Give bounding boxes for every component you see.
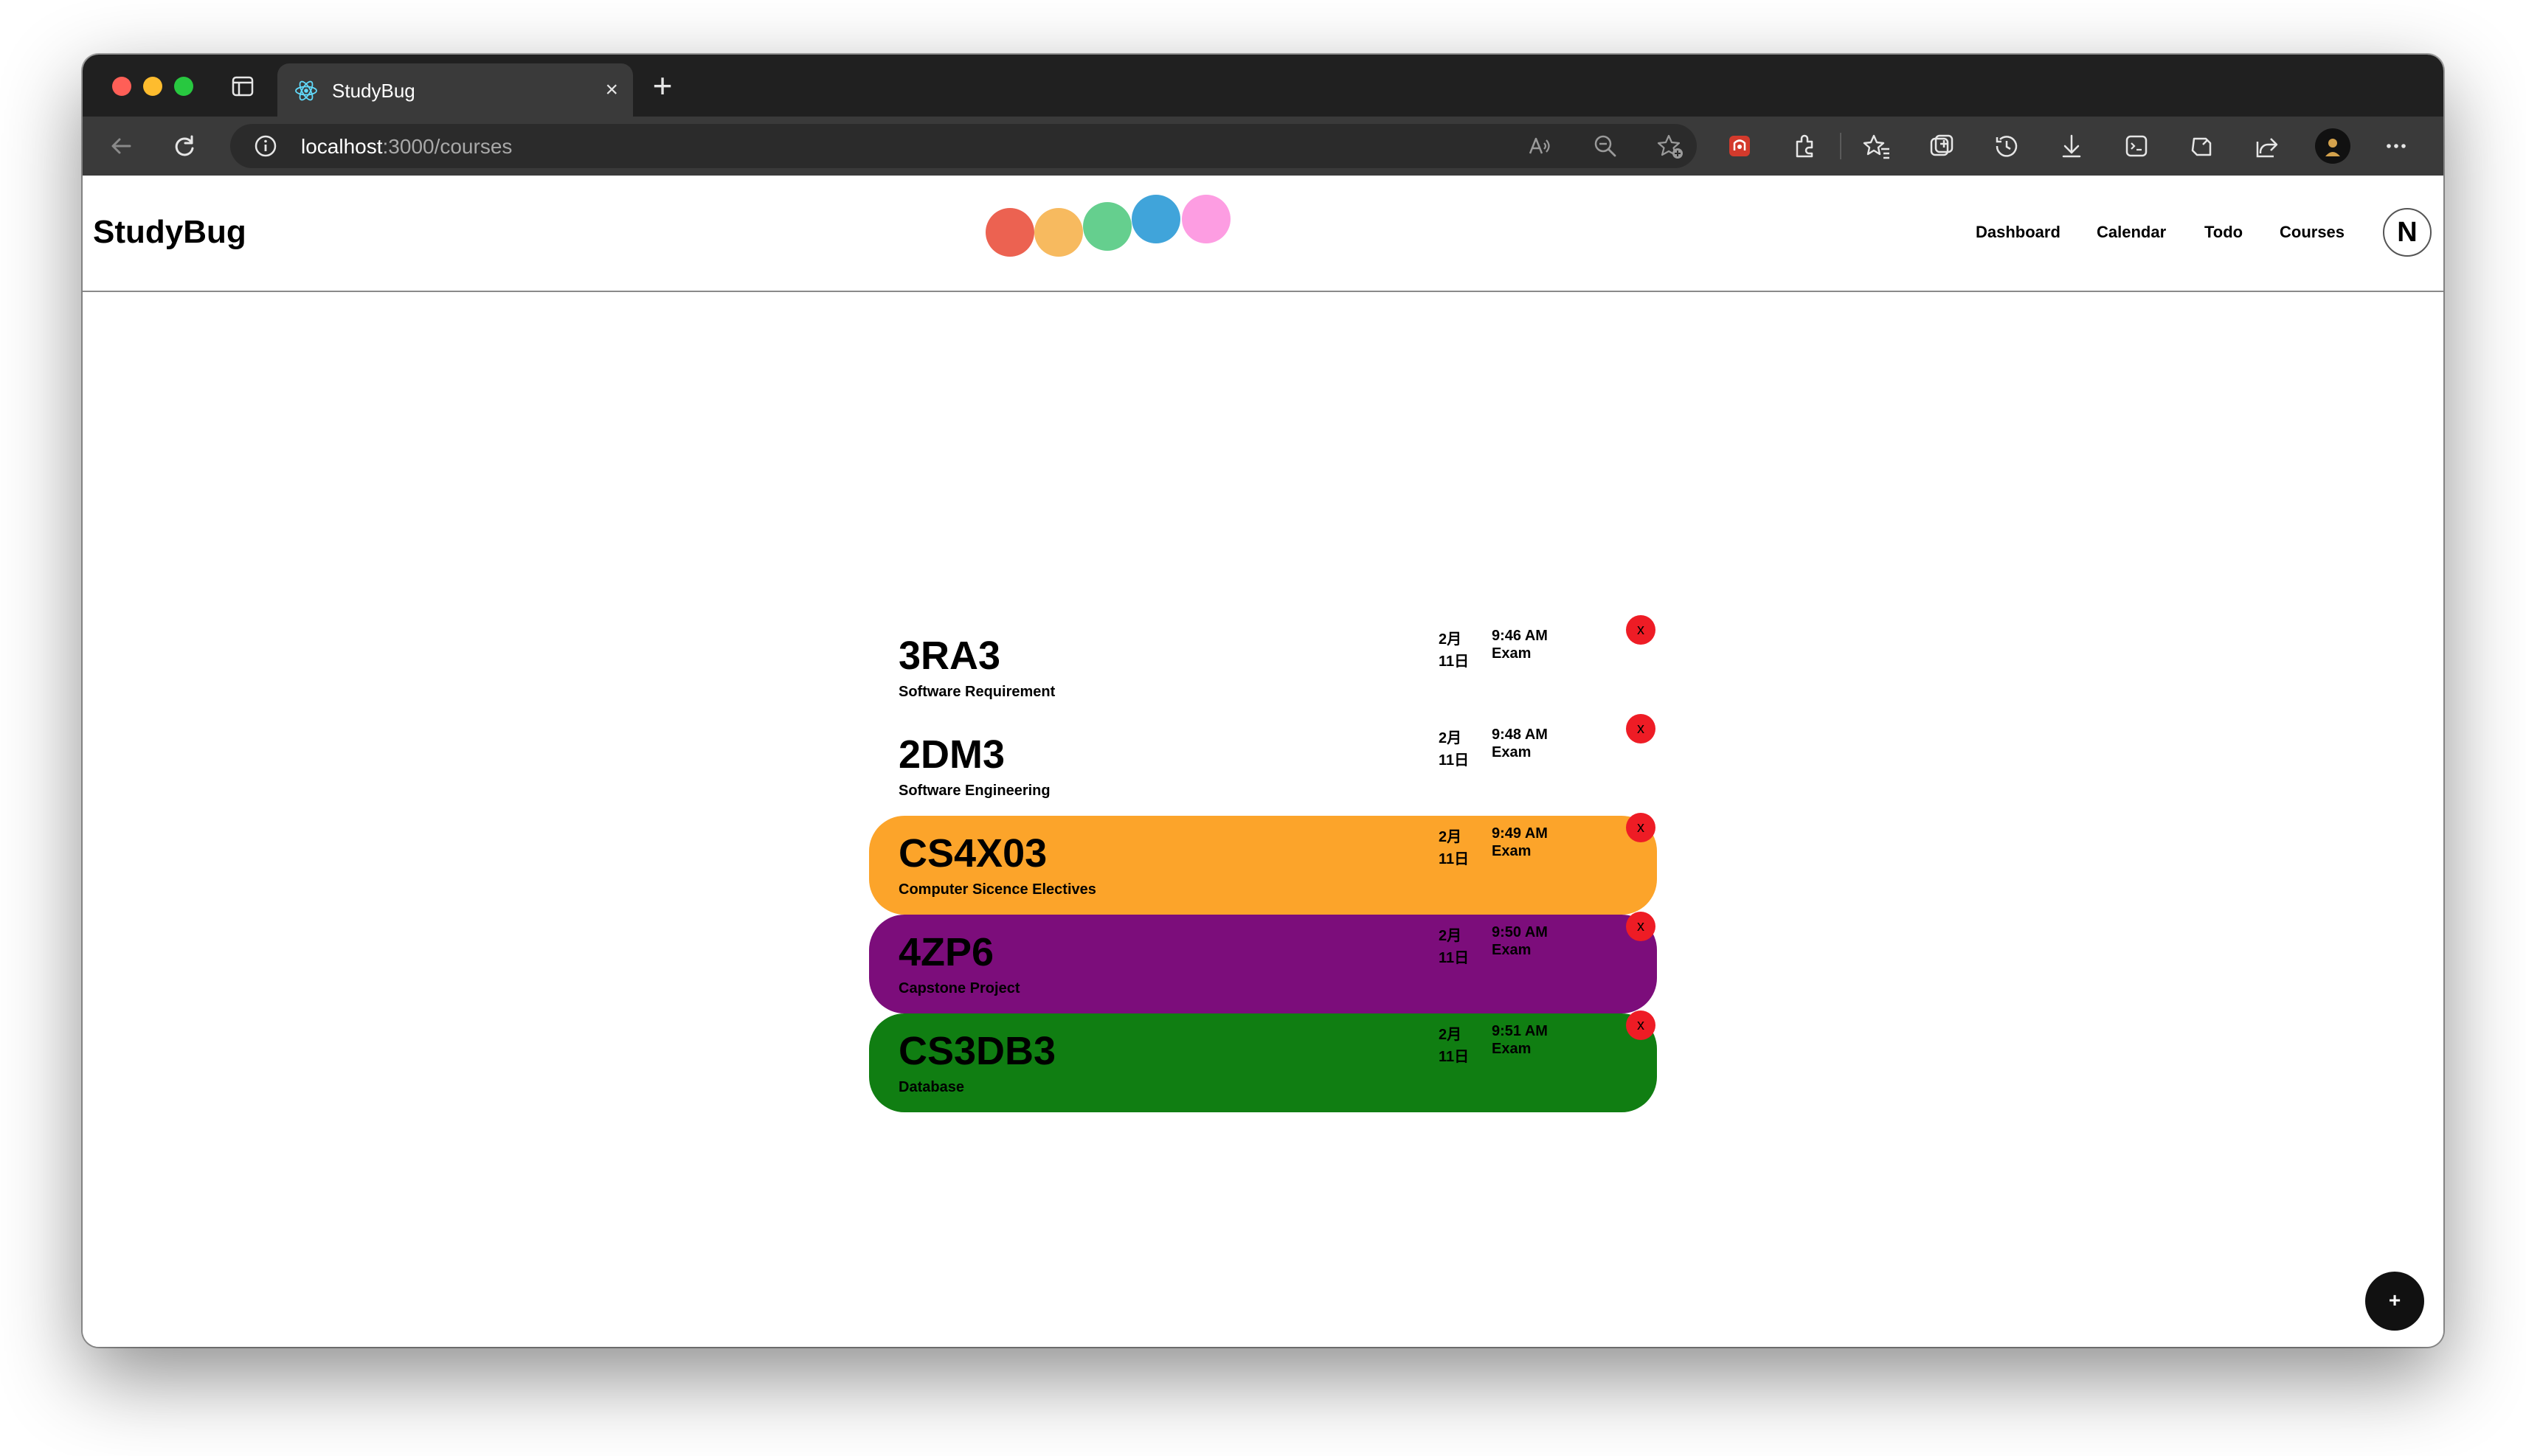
share-icon[interactable] (2249, 128, 2284, 164)
screenshot-icon[interactable] (2119, 128, 2154, 164)
minimize-window-button[interactable] (143, 77, 162, 96)
course-code: 2DM3 (899, 732, 1006, 777)
delete-course-button[interactable]: x (1626, 1010, 1655, 1040)
course-name: Database (899, 1079, 964, 1095)
extensions-icon[interactable] (1787, 128, 1822, 164)
course-time: 9:50 AM (1492, 924, 1548, 940)
course-date: 2月 11日 (1439, 628, 1469, 673)
back-arrow-icon[interactable] (103, 128, 139, 164)
course-card[interactable]: 4ZP6 Capstone Project 2月 11日 9:50 AM Exam… (869, 912, 1657, 1013)
course-name: Capstone Project (899, 980, 1020, 996)
logo-dot-blue (1132, 195, 1180, 243)
course-day: 11日 (1439, 950, 1470, 966)
course-card[interactable]: 3RA3 Software Requirement 2月 11日 9:46 AM … (869, 615, 1657, 717)
course-name: Software Engineering (899, 783, 1051, 799)
zoom-icon[interactable] (1592, 133, 1619, 159)
nav-calendar[interactable]: Calendar (2097, 223, 2166, 242)
delete-course-button[interactable]: x (1626, 813, 1655, 842)
delete-course-button[interactable]: x (1626, 615, 1655, 645)
course-day: 11日 (1439, 1049, 1470, 1065)
course-card[interactable]: CS4X03 Computer Sicence Electives 2月 11日 … (869, 813, 1657, 915)
react-favicon-icon (294, 78, 319, 103)
refresh-icon[interactable] (167, 128, 202, 164)
course-code: 3RA3 (899, 634, 1001, 678)
course-code: CS4X03 (899, 831, 1048, 876)
address-bar[interactable]: localhost:3000/courses (230, 124, 1697, 168)
nav-todo[interactable]: Todo (2204, 223, 2243, 242)
course-name: Software Requirement (899, 684, 1056, 700)
course-time: 9:48 AM (1492, 727, 1548, 743)
course-month: 2月 (1439, 928, 1462, 944)
course-card[interactable]: CS3DB3 Database 2月 11日 9:51 AM Exam x (869, 1010, 1657, 1112)
course-type: Exam (1492, 843, 1532, 859)
extension-red-icon[interactable] (1722, 128, 1757, 164)
tab-strip: StudyBug × + (83, 55, 2443, 117)
course-code: CS3DB3 (899, 1029, 1056, 1073)
page-content: StudyBug Dashboard Calendar Todo Courses… (83, 176, 2443, 1347)
course-list: 3RA3 Software Requirement 2月 11日 9:46 AM … (869, 615, 1657, 1208)
nav-dashboard[interactable]: Dashboard (1976, 223, 2060, 242)
course-time: 9:46 AM (1492, 628, 1548, 644)
read-aloud-icon[interactable] (1526, 133, 1552, 159)
course-time: 9:49 AM (1492, 825, 1548, 842)
tab-close-icon[interactable]: × (605, 77, 618, 103)
course-day: 11日 (1439, 851, 1470, 867)
info-icon[interactable] (252, 133, 279, 159)
course-code: 4ZP6 (899, 930, 994, 974)
favorite-add-icon[interactable] (1657, 133, 1684, 159)
new-tab-button[interactable]: + (643, 66, 682, 105)
course-date: 2月 11日 (1439, 1024, 1469, 1068)
course-type: Exam (1492, 942, 1532, 958)
copilot-icon[interactable] (2184, 128, 2219, 164)
url-path: :3000/courses (382, 135, 513, 158)
favorites-icon[interactable] (1859, 128, 1894, 164)
course-date: 2月 11日 (1439, 826, 1469, 870)
collections-icon[interactable] (1924, 128, 1959, 164)
course-type: Exam (1492, 744, 1532, 760)
brand-logo-text[interactable]: StudyBug (93, 214, 246, 251)
add-course-button[interactable]: + (2365, 1272, 2424, 1331)
url-host: localhost (301, 135, 383, 158)
logo-dot-red (986, 208, 1034, 257)
toolbar-separator (1840, 133, 1841, 159)
profile-icon[interactable] (2315, 128, 2350, 164)
app-navbar: StudyBug Dashboard Calendar Todo Courses… (83, 176, 2443, 292)
course-card[interactable]: 2DM3 Software Engineering 2月 11日 9:48 AM … (869, 714, 1657, 816)
course-month: 2月 (1439, 1027, 1462, 1043)
maximize-window-button[interactable] (174, 77, 193, 96)
browser-toolbar: localhost:3000/courses (83, 117, 2443, 176)
course-type: Exam (1492, 1041, 1532, 1057)
nav-courses[interactable]: Courses (2280, 223, 2345, 242)
downloads-icon[interactable] (2054, 128, 2089, 164)
course-day: 11日 (1439, 654, 1470, 670)
course-day: 11日 (1439, 752, 1470, 769)
course-time: 9:51 AM (1492, 1023, 1548, 1039)
browser-window: StudyBug × + localhost:3000/courses Stud… (83, 55, 2443, 1347)
course-date: 2月 11日 (1439, 925, 1469, 969)
url-text[interactable]: localhost:3000/courses (301, 135, 512, 159)
logo-dot-orange (1034, 208, 1083, 257)
tab-title: StudyBug (332, 80, 415, 102)
tab-actions-icon[interactable] (230, 74, 255, 99)
active-tab[interactable]: StudyBug × (277, 63, 633, 117)
course-date: 2月 11日 (1439, 727, 1469, 772)
delete-course-button[interactable]: x (1626, 714, 1655, 743)
course-month: 2月 (1439, 631, 1462, 648)
course-name: Computer Sicence Electives (899, 881, 1096, 898)
logo-dot-green (1083, 202, 1132, 251)
course-month: 2月 (1439, 730, 1462, 746)
logo-dot-pink (1182, 195, 1231, 243)
more-icon[interactable] (2378, 128, 2414, 164)
close-window-button[interactable] (112, 77, 131, 96)
delete-course-button[interactable]: x (1626, 912, 1655, 941)
history-icon[interactable] (1989, 128, 2024, 164)
user-avatar[interactable]: N (2383, 208, 2432, 257)
course-type: Exam (1492, 645, 1532, 662)
course-month: 2月 (1439, 829, 1462, 845)
